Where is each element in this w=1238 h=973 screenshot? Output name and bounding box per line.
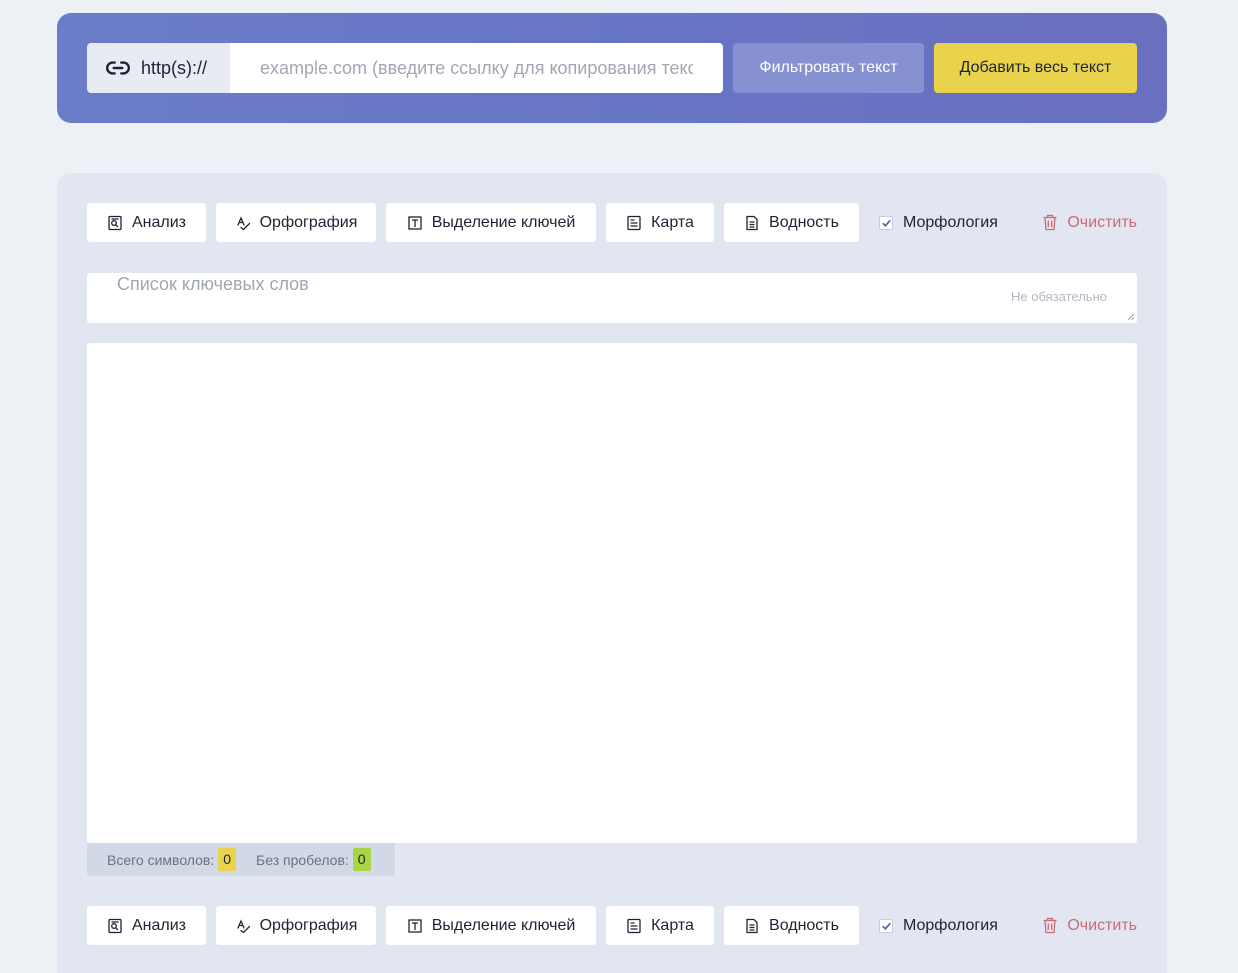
- spelling-label: Орфография: [259, 916, 358, 934]
- highlight-keys-label: Выделение ключей: [431, 916, 576, 934]
- map-icon: [627, 918, 641, 933]
- document-icon: [746, 918, 758, 933]
- total-chars-badge: 0: [218, 848, 237, 871]
- resize-handle-icon[interactable]: [1127, 313, 1135, 321]
- url-panel: http(s):// Фильтровать текст Добавить ве…: [57, 13, 1167, 123]
- clear-button[interactable]: Очистить: [1042, 203, 1137, 242]
- map-button[interactable]: Карта: [606, 906, 714, 945]
- clear-button[interactable]: Очистить: [1042, 906, 1137, 945]
- link-icon: [106, 61, 130, 75]
- check-icon: [882, 922, 891, 930]
- keywords-input[interactable]: Список ключевых слов Не обязательно: [87, 273, 1137, 323]
- main-text-area[interactable]: [87, 343, 1137, 843]
- map-label: Карта: [651, 916, 694, 934]
- analysis-button[interactable]: Анализ: [87, 203, 206, 242]
- highlight-keys-button[interactable]: Выделение ключей: [386, 906, 596, 945]
- water-label: Водность: [769, 916, 839, 934]
- morphology-toggle[interactable]: Морфология: [879, 203, 998, 242]
- url-input[interactable]: [230, 43, 723, 93]
- toolbar-top: Анализ Орфография Выделение ключей Карта: [87, 203, 1137, 242]
- water-button[interactable]: Водность: [724, 906, 859, 945]
- no-spaces-label: Без пробелов:: [256, 851, 349, 868]
- toolbar-bottom: Анализ Орфография Выделение ключей Карта: [87, 906, 1137, 945]
- map-button[interactable]: Карта: [606, 203, 714, 242]
- spelling-label: Орфография: [259, 213, 358, 231]
- optional-hint: Не обязательно: [1011, 289, 1107, 304]
- text-frame-icon: [408, 215, 422, 230]
- total-chars-label: Всего символов:: [107, 851, 215, 868]
- spelling-icon: [236, 918, 250, 933]
- text-frame-icon: [408, 918, 422, 933]
- no-spaces-badge: 0: [352, 848, 371, 871]
- spelling-icon: [236, 215, 250, 230]
- clear-label: Очистить: [1067, 213, 1137, 231]
- check-icon: [882, 219, 891, 227]
- document-icon: [746, 215, 758, 230]
- analysis-button[interactable]: Анализ: [87, 906, 206, 945]
- analysis-label: Анализ: [131, 916, 186, 934]
- highlight-keys-button[interactable]: Выделение ключей: [386, 203, 596, 242]
- map-label: Карта: [651, 213, 694, 231]
- water-label: Водность: [769, 213, 839, 231]
- morphology-checkbox[interactable]: [879, 918, 893, 933]
- add-all-text-button[interactable]: Добавить весь текст: [934, 43, 1137, 93]
- char-counters: Всего символов: 0 Без пробелов: 0: [87, 843, 395, 876]
- highlight-keys-label: Выделение ключей: [431, 213, 576, 231]
- morphology-label: Морфология: [903, 213, 998, 231]
- keywords-placeholder: Список ключевых слов: [117, 274, 309, 294]
- analysis-label: Анализ: [131, 213, 186, 231]
- trash-icon: [1043, 214, 1057, 231]
- filter-text-button[interactable]: Фильтровать текст: [733, 43, 924, 93]
- spelling-button[interactable]: Орфография: [216, 203, 376, 242]
- morphology-toggle[interactable]: Морфология: [879, 906, 998, 945]
- spelling-button[interactable]: Орфография: [216, 906, 376, 945]
- url-prefix: http(s)://: [87, 43, 230, 93]
- editor-panel: Анализ Орфография Выделение ключей Карта: [57, 173, 1167, 973]
- trash-icon: [1043, 917, 1057, 934]
- analysis-icon: [108, 918, 122, 933]
- water-button[interactable]: Водность: [724, 203, 859, 242]
- clear-label: Очистить: [1067, 916, 1137, 934]
- analysis-icon: [108, 215, 122, 230]
- morphology-label: Морфология: [903, 916, 998, 934]
- morphology-checkbox[interactable]: [879, 215, 893, 230]
- map-icon: [627, 215, 641, 230]
- url-prefix-label: http(s)://: [141, 57, 208, 78]
